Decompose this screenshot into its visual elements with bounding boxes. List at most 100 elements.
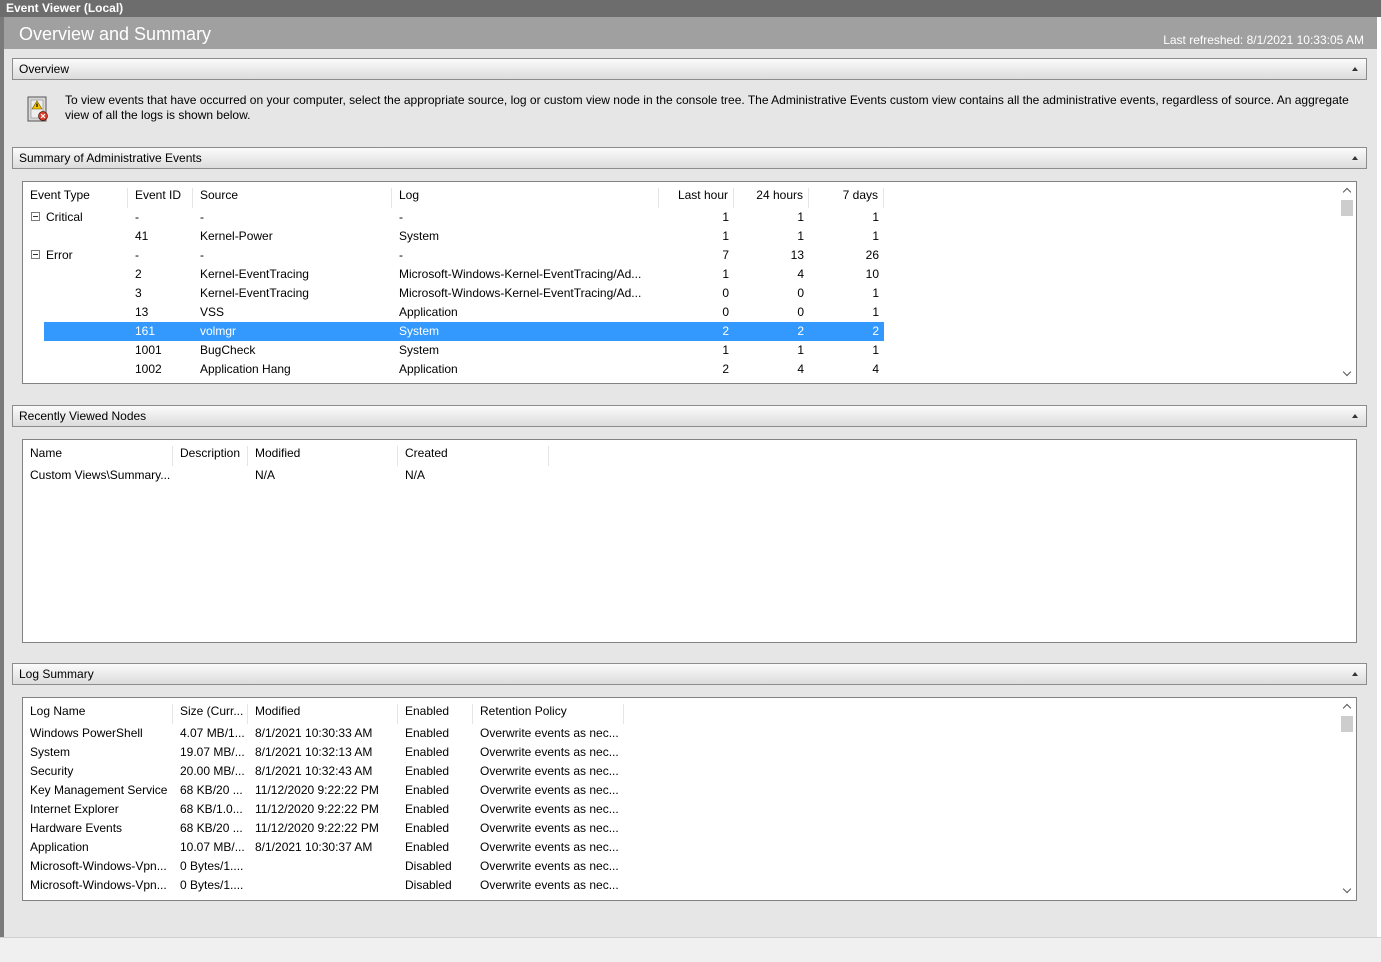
table-cell: Enabled xyxy=(405,821,450,835)
table-cell: Application Hang xyxy=(200,362,291,376)
table-cell: - xyxy=(200,210,204,224)
table-cell: 1 xyxy=(722,229,729,243)
column-header-log[interactable]: Log xyxy=(392,188,659,208)
column-header-name[interactable]: Name xyxy=(23,446,173,466)
table-cell: 11/12/2020 9:22:22 PM xyxy=(255,802,379,816)
table-cell[interactable]: Hardware Events xyxy=(30,819,172,838)
scroll-thumb[interactable] xyxy=(1341,200,1353,216)
admin-events-section-header[interactable]: Summary of Administrative Events xyxy=(12,147,1367,169)
status-bar xyxy=(0,937,1381,962)
table-cell[interactable]: Custom Views\Summary... xyxy=(30,466,172,485)
log-summary-section-header[interactable]: Log Summary xyxy=(12,663,1367,685)
table-cell: BugCheck xyxy=(200,343,256,357)
collapse-icon[interactable] xyxy=(1352,672,1358,676)
table-cell: 8/1/2021 10:32:13 AM xyxy=(255,745,373,759)
table-cell[interactable]: Application xyxy=(30,838,172,857)
table-cell: 4 xyxy=(872,362,879,376)
table-cell: 0 xyxy=(797,305,804,319)
table-cell: N/A xyxy=(405,468,426,482)
column-header-modified[interactable]: Modified xyxy=(248,446,398,466)
table-cell: Microsoft-Windows-Kernel-EventTracing/Ad… xyxy=(399,286,642,300)
table-cell xyxy=(46,341,126,360)
log-summary-table[interactable]: Log Name Size (Curr... Modified Enabled … xyxy=(22,697,1357,901)
column-header-retention-policy[interactable]: Retention Policy xyxy=(473,704,624,724)
table-cell: 13 xyxy=(790,248,804,262)
table-cell xyxy=(46,284,126,303)
window-title: Event Viewer (Local) xyxy=(0,0,1381,17)
column-header-last-hour[interactable]: Last hour xyxy=(659,188,734,208)
scroll-up-icon[interactable] xyxy=(1342,703,1352,713)
table-cell: 1 xyxy=(797,229,804,243)
table-cell: Enabled xyxy=(405,764,450,778)
admin-events-scrollbar[interactable] xyxy=(1339,182,1356,383)
table-cell: 26 xyxy=(865,248,879,262)
column-header-source[interactable]: Source xyxy=(193,188,392,208)
scroll-up-icon[interactable] xyxy=(1342,187,1352,197)
table-cell: 68 KB/20 ... xyxy=(180,821,243,835)
table-cell[interactable]: Windows PowerShell xyxy=(30,724,172,743)
table-cell: 0 xyxy=(722,286,729,300)
collapse-icon[interactable] xyxy=(1352,67,1358,71)
table-cell: System xyxy=(399,324,440,338)
table-cell[interactable]: Microsoft-Windows-Vpn... xyxy=(30,876,172,895)
table-cell: 1 xyxy=(872,343,879,357)
table-cell: Overwrite events as nec... xyxy=(480,726,619,740)
table-cell: Overwrite events as nec... xyxy=(480,783,619,797)
table-cell[interactable]: Key Management Service xyxy=(30,781,172,800)
column-header-description[interactable]: Description xyxy=(173,446,248,466)
recent-nodes-table[interactable]: Name Description Modified Created Custom… xyxy=(22,439,1357,643)
admin-events-table[interactable]: Event Type Event ID Source Log Last hour… xyxy=(22,181,1357,384)
table-cell: Disabled xyxy=(405,878,452,892)
table-cell: 4 xyxy=(797,362,804,376)
column-header-created[interactable]: Created xyxy=(398,446,549,466)
collapse-icon[interactable] xyxy=(1352,414,1358,418)
table-cell: Kernel-EventTracing xyxy=(200,267,309,281)
column-header-log-name[interactable]: Log Name xyxy=(23,704,173,724)
column-header-enabled[interactable]: Enabled xyxy=(398,704,473,724)
table-cell: Critical xyxy=(46,210,83,224)
table-cell[interactable]: Microsoft-Windows-Vpn... xyxy=(30,857,172,876)
recent-nodes-section-label: Recently Viewed Nodes xyxy=(19,409,147,423)
column-header-event-type[interactable]: Event Type xyxy=(23,188,128,208)
table-cell: volmgr xyxy=(200,324,237,338)
recent-nodes-section-header[interactable]: Recently Viewed Nodes xyxy=(12,405,1367,427)
table-cell: 68 KB/20 ... xyxy=(180,783,243,797)
overview-section-header[interactable]: Overview xyxy=(12,58,1367,80)
column-header-24-hours[interactable]: 24 hours xyxy=(734,188,809,208)
column-header-7-days[interactable]: 7 days xyxy=(809,188,884,208)
table-cell: 1002 xyxy=(135,362,162,376)
table-cell[interactable]: System xyxy=(30,743,172,762)
table-cell: 0 Bytes/1.... xyxy=(180,859,244,873)
table-cell: - xyxy=(135,210,139,224)
table-cell xyxy=(46,322,126,341)
table-cell: 2 xyxy=(722,362,729,376)
collapse-group-icon[interactable] xyxy=(31,212,40,221)
table-cell: 1 xyxy=(797,343,804,357)
scroll-thumb[interactable] xyxy=(1341,716,1353,732)
column-header-size[interactable]: Size (Curr... xyxy=(173,704,248,724)
scroll-down-icon[interactable] xyxy=(1342,884,1352,894)
table-cell: - xyxy=(135,248,139,262)
table-cell: 13 xyxy=(135,305,149,319)
table-cell: Overwrite events as nec... xyxy=(480,764,619,778)
overview-text-line-1: To view events that have occurred on you… xyxy=(65,93,1349,107)
table-cell: 8/1/2021 10:30:37 AM xyxy=(255,840,373,854)
table-cell: - xyxy=(200,248,204,262)
table-cell: 2 xyxy=(872,324,879,338)
column-header-modified[interactable]: Modified xyxy=(248,704,398,724)
collapse-icon[interactable] xyxy=(1352,156,1358,160)
table-cell: 1 xyxy=(872,305,879,319)
log-summary-scrollbar[interactable] xyxy=(1339,698,1356,900)
table-cell: Error xyxy=(46,248,73,262)
table-cell: Overwrite events as nec... xyxy=(480,745,619,759)
table-cell: 4.07 MB/1... xyxy=(180,726,245,740)
table-cell[interactable]: Internet Explorer xyxy=(30,800,172,819)
table-cell: 1 xyxy=(722,267,729,281)
column-header-event-id[interactable]: Event ID xyxy=(128,188,193,208)
table-cell: System xyxy=(399,343,440,357)
scroll-down-icon[interactable] xyxy=(1342,367,1352,377)
table-cell[interactable]: Security xyxy=(30,762,172,781)
collapse-group-icon[interactable] xyxy=(31,250,40,259)
overview-text-line-2: view of all the logs is shown below. xyxy=(65,108,251,122)
table-cell: Enabled xyxy=(405,802,450,816)
